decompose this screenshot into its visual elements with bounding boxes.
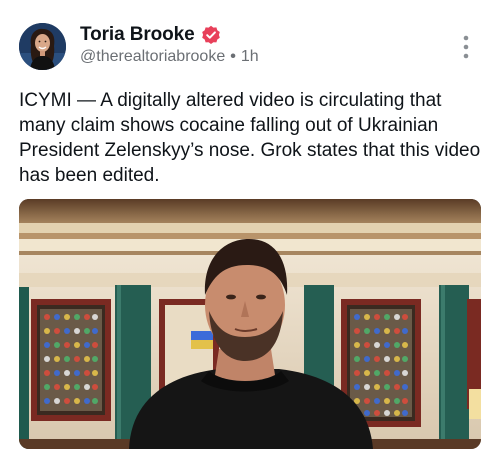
author-display-name[interactable]: Toria Brooke	[80, 24, 195, 46]
video-frame	[19, 199, 481, 449]
author-handle[interactable]: @therealtoriabrooke	[80, 48, 225, 66]
post-video-thumbnail[interactable]	[19, 199, 481, 449]
meta-separator: •	[230, 48, 236, 65]
author-avatar[interactable]	[19, 23, 66, 70]
post-body-text: ICYMI — A digitally altered video is cir…	[19, 90, 481, 186]
author-meta-row: @therealtoriabrooke • 1h	[80, 48, 259, 66]
author-name-row: Toria Brooke	[80, 22, 221, 48]
verified-badge-icon	[201, 25, 221, 45]
more-options-button[interactable]	[456, 34, 476, 60]
post-timestamp[interactable]: 1h	[241, 48, 259, 66]
vertical-ellipsis-icon	[463, 35, 469, 59]
social-post: Toria Brooke @therealtoriabrooke • 1h IC…	[0, 0, 500, 469]
avatar-photo	[19, 23, 66, 70]
